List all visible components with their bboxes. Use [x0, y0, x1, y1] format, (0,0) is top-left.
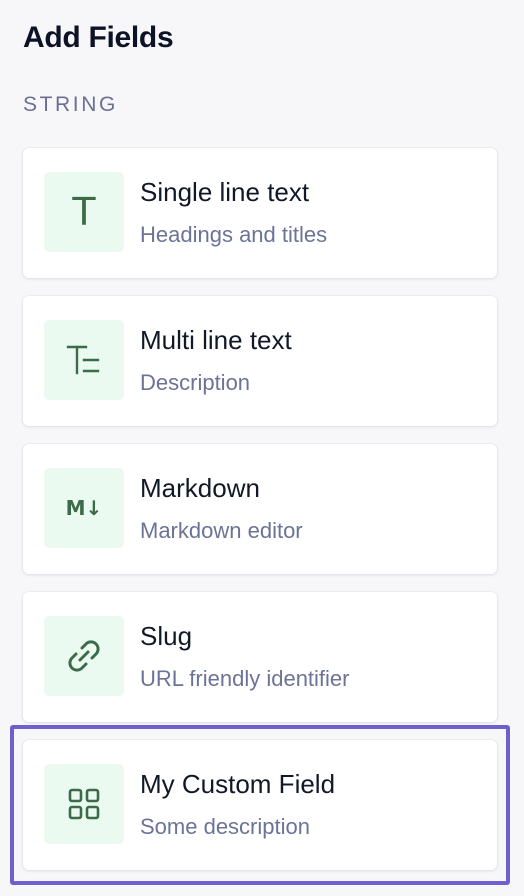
field-label: Slug — [140, 621, 193, 651]
grid-icon — [44, 764, 124, 844]
field-description: Description — [140, 370, 251, 395]
field-label: Multi line text — [140, 325, 292, 355]
text-t-glyph: T — [72, 190, 96, 234]
section-label-string: STRING — [23, 93, 118, 116]
field-card-markdown[interactable]: M↓ Markdown Markdown editor — [23, 444, 497, 574]
add-fields-panel: Add Fields STRING T Single line text Hea… — [0, 0, 524, 896]
multiline-text-icon — [44, 320, 124, 400]
link-icon — [44, 616, 124, 696]
field-card-my-custom-field[interactable]: My Custom Field Some description — [23, 740, 497, 870]
field-description: Headings and titles — [140, 222, 328, 247]
markdown-icon: M↓ — [44, 468, 124, 548]
field-card-single-line-text[interactable]: T Single line text Headings and titles — [23, 148, 497, 278]
field-description: Some description — [140, 814, 310, 839]
field-card-multi-line-text[interactable]: Multi line text Description — [23, 296, 497, 426]
field-card-slug[interactable]: Slug URL friendly identifier — [23, 592, 497, 722]
field-label: My Custom Field — [140, 769, 336, 799]
panel-title: Add Fields — [23, 21, 174, 54]
markdown-glyph: M↓ — [65, 496, 103, 520]
field-description: URL friendly identifier — [140, 666, 350, 691]
text-t-icon: T — [44, 172, 124, 252]
field-label: Markdown — [140, 473, 260, 503]
field-label: Single line text — [140, 177, 310, 207]
field-description: Markdown editor — [140, 518, 303, 543]
